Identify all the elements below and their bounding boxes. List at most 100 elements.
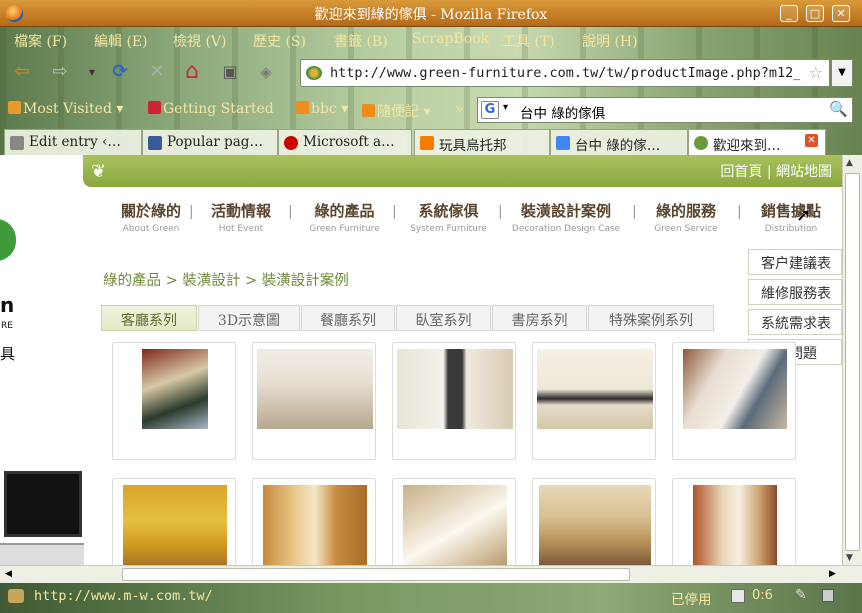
breadcrumb[interactable]: 綠的產品 > 裝潢設計 > 裝潢設計案例 [103, 269, 349, 290]
bookmark-star-icon[interactable]: ☆ [809, 63, 823, 82]
bookmarks-overflow-chevron[interactable]: » [455, 101, 464, 117]
thumbnail-3[interactable] [392, 342, 516, 460]
search-input[interactable]: 台中 綠的傢俱 [520, 102, 605, 122]
addon-icon[interactable]: ◈ [254, 60, 278, 84]
tab-google-search[interactable]: 台中 綠的傢… [550, 129, 688, 155]
left-letter: n [0, 293, 15, 317]
reload-icon[interactable]: ⟳ [108, 60, 132, 84]
menu-bar: 檔案 (F) 編輯 (E) 檢視 (V) 歷史 (S) 書籤 (B) Scrap… [0, 27, 862, 54]
rss-icon [296, 101, 309, 114]
bookmark-bbc[interactable]: bbc ▾ [296, 101, 348, 117]
browser-chrome: 檔案 (F) 編輯 (E) 檢視 (V) 歷史 (S) 書籤 (B) Scrap… [0, 27, 862, 155]
horizontal-scroll-thumb[interactable] [122, 568, 630, 581]
menu-history[interactable]: 歷史 (S) [253, 31, 306, 51]
side-repair-service[interactable]: 維修服務表 [748, 279, 842, 305]
close-window-button[interactable]: ✕ [832, 5, 850, 22]
menu-file[interactable]: 檔案 (F) [14, 31, 67, 51]
nav-separator: | [392, 204, 397, 220]
menu-bookmarks[interactable]: 書籤 (B) [334, 31, 388, 51]
scroll-left-icon[interactable]: ◀ [5, 569, 12, 579]
left-small-text: RE [1, 321, 13, 331]
thumbnail-5[interactable] [672, 342, 796, 460]
bookmark-most-visited[interactable]: Most Visited ▾ [8, 101, 123, 117]
cat-tab-dining[interactable]: 餐廳系列 [301, 305, 395, 331]
cat-tab-bedroom[interactable]: 臥室系列 [396, 305, 491, 331]
bookmark-notes[interactable]: 隨便記 ▾ [362, 101, 430, 121]
folder-icon [8, 101, 21, 114]
search-bar[interactable]: G ▾ 台中 綠的傢俱 🔍 [477, 97, 853, 123]
horizontal-scrollbar[interactable]: ◀ ▶ [0, 565, 862, 583]
scrapbook-capture-icon[interactable]: ▣ [218, 60, 242, 84]
history-dropdown-icon[interactable]: ▾ [80, 60, 104, 84]
menu-tools[interactable]: 工具 (T) [502, 31, 555, 51]
stop-icon[interactable]: ✕ [145, 60, 169, 84]
minimize-button[interactable]: _ [780, 5, 798, 22]
thumbnail-image [403, 485, 507, 565]
cat-tab-living-room[interactable]: 客廳系列 [101, 305, 197, 331]
close-tab-icon[interactable]: ✕ [805, 134, 818, 147]
cat-tab-3d[interactable]: 3D示意圖 [198, 305, 300, 331]
engine-dropdown-icon[interactable]: ▾ [503, 102, 508, 113]
thumbnail-10[interactable] [672, 478, 796, 565]
tab-toy-utopia[interactable]: 玩具烏托邦 [414, 129, 550, 155]
thumbnail-7[interactable] [252, 478, 376, 565]
thumbnail-1[interactable] [112, 342, 236, 460]
forward-icon[interactable]: ⇨ [48, 60, 72, 84]
thumbnail-4[interactable] [532, 342, 656, 460]
status-disabled[interactable]: 已停用 [671, 588, 712, 608]
vertical-scroll-thumb[interactable] [845, 173, 860, 551]
nav-decoration-design-case[interactable]: 裝潢設計案例 Decoration Design Case [508, 200, 624, 234]
nav-green-furniture[interactable]: 綠的產品 Green Furniture [296, 200, 393, 234]
scroll-right-icon[interactable]: ▶ [829, 569, 836, 579]
nav-system-furniture[interactable]: 系統傢俱 System Furniture [401, 200, 496, 234]
left-banner-fragment: n RE 具 [0, 215, 20, 415]
nav-green-service[interactable]: 綠的服務 Green Service [642, 200, 730, 234]
thumbnail-8[interactable] [392, 478, 516, 565]
google-engine-icon[interactable]: G [481, 101, 499, 119]
side-customer-suggestion[interactable]: 客户建議表 [748, 249, 842, 275]
thumbnail-2[interactable] [252, 342, 376, 460]
nav-distribution[interactable]: 銷售據點 Distribution [746, 200, 836, 234]
nav-separator: | [288, 204, 293, 220]
thumbnail-image [142, 349, 208, 429]
blogger-icon [420, 136, 434, 150]
vertical-scrollbar[interactable]: ▲ ▼ [842, 155, 862, 565]
thumbnail-9[interactable] [532, 478, 656, 565]
header-links[interactable]: 回首頁 | 網站地圖 [720, 161, 832, 181]
menu-edit[interactable]: 編輯 (E) [94, 31, 148, 51]
thumbnail-image [539, 485, 651, 565]
side-system-requirements[interactable]: 系統需求表 [748, 309, 842, 335]
maximize-button[interactable]: □ [806, 5, 824, 22]
nav-hot-event[interactable]: 活動情報 Hot Event [196, 200, 286, 234]
site-logo-icon[interactable]: ❦ [91, 161, 106, 182]
tools-icon[interactable]: ✎ [795, 587, 807, 603]
thumbnail-image [263, 485, 367, 565]
home-icon[interactable]: ⌂ [180, 60, 204, 84]
site-favicon-icon [306, 66, 322, 80]
green-shape [0, 219, 16, 261]
clipboard-icon[interactable] [731, 589, 745, 603]
search-icon[interactable]: 🔍 [829, 100, 848, 118]
back-icon[interactable]: ⇦ [10, 60, 34, 84]
nav-separator: | [737, 204, 742, 220]
thumbnail-6[interactable] [112, 478, 236, 565]
site-favicon-icon [694, 136, 708, 150]
rss-icon [362, 104, 375, 117]
cat-tab-special-case[interactable]: 特殊案例系列 [588, 305, 714, 331]
tab-cnet[interactable]: Microsoft a… [278, 129, 412, 155]
scroll-down-icon[interactable]: ▼ [846, 553, 853, 563]
status-icon [8, 589, 24, 603]
url-bar[interactable]: http://www.green-furniture.com.tw/tw/pro… [300, 59, 830, 87]
menu-help[interactable]: 說明 (H) [582, 31, 638, 51]
bookmark-getting-started[interactable]: Getting Started [148, 101, 274, 117]
menu-view[interactable]: 檢視 (V) [173, 31, 226, 51]
tab-facebook[interactable]: Popular pag… [142, 129, 278, 155]
menu-scrapbook[interactable]: ScrapBook [412, 31, 489, 47]
lock-icon[interactable] [822, 589, 834, 602]
url-text[interactable]: http://www.green-furniture.com.tw/tw/pro… [330, 65, 800, 81]
tab-edit-entry[interactable]: Edit entry ‹… [4, 129, 142, 155]
thumbnail-image [537, 349, 653, 429]
scroll-up-icon[interactable]: ▲ [846, 158, 853, 168]
cat-tab-study[interactable]: 書房系列 [492, 305, 587, 331]
url-dropdown-icon[interactable]: ▼ [831, 59, 853, 87]
